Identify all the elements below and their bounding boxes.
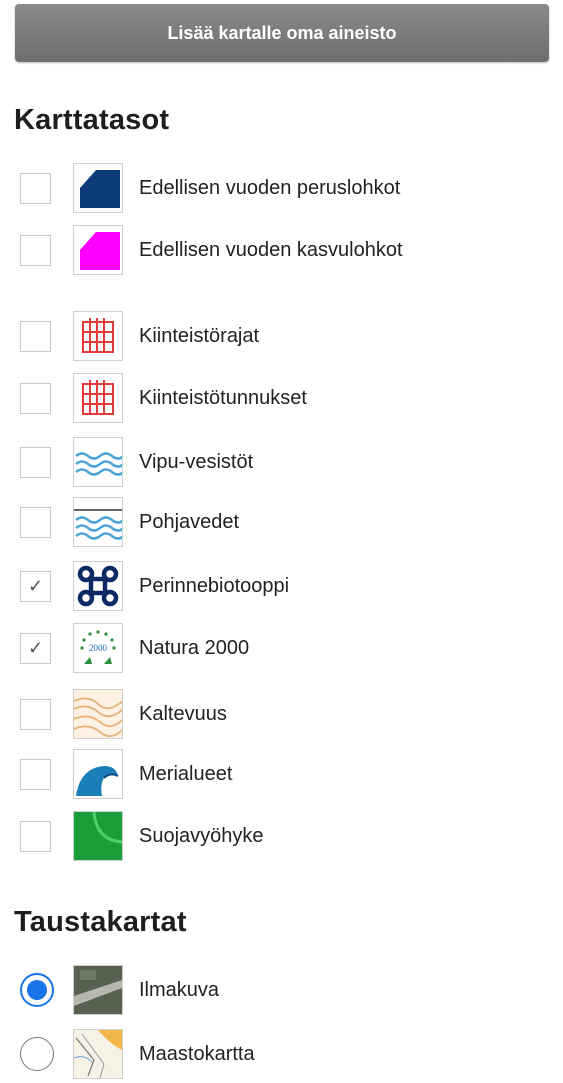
groundwater-icon xyxy=(73,497,123,547)
layer-label: Edellisen vuoden kasvulohkot xyxy=(139,238,403,261)
buffer-zone-icon xyxy=(73,811,123,861)
layer-checkbox[interactable] xyxy=(20,172,51,204)
layer-checkbox[interactable] xyxy=(20,234,51,266)
layer-checkbox[interactable] xyxy=(20,820,51,852)
contour-lines-icon xyxy=(73,689,123,739)
basemap-row-maastokartta[interactable]: Maastokartta xyxy=(20,1028,255,1080)
layer-row-kasvulohkot[interactable]: Edellisen vuoden kasvulohkot xyxy=(20,224,403,276)
background-maps-title: Taustakartat xyxy=(14,906,187,938)
basemap-row-ilmakuva[interactable]: Ilmakuva xyxy=(20,964,219,1016)
check-icon: ✓ xyxy=(27,575,44,596)
water-waves-icon xyxy=(73,437,123,487)
basemap-radio[interactable] xyxy=(20,1037,54,1071)
cmd-symbol-icon xyxy=(73,561,123,611)
property-boundary-icon xyxy=(73,311,123,361)
parcel-dark-blue-icon xyxy=(73,163,123,213)
svg-text:2000: 2000 xyxy=(89,643,108,653)
layer-checkbox[interactable]: ✓ xyxy=(20,570,51,602)
layer-checkbox[interactable] xyxy=(20,320,51,352)
layer-checkbox[interactable]: ✓ xyxy=(20,632,51,664)
radio-selected-dot xyxy=(27,980,47,1000)
layer-row-kiinteistorajat[interactable]: Kiinteistörajat xyxy=(20,310,259,362)
layer-checkbox[interactable] xyxy=(20,698,51,730)
layer-label: Pohjavedet xyxy=(139,510,240,533)
basemap-radio[interactable] xyxy=(20,973,54,1007)
layer-row-merialueet[interactable]: Merialueet xyxy=(20,748,232,800)
layer-row-kiinteistotunnukset[interactable]: Kiinteistötunnukset xyxy=(20,372,307,424)
layer-row-pohjavedet[interactable]: Pohjavedet xyxy=(20,496,239,548)
layer-label: Kiinteistötunnukset xyxy=(139,386,307,409)
layer-label: Edellisen vuoden peruslohkot xyxy=(139,176,401,199)
parcel-magenta-icon xyxy=(73,225,123,275)
layer-label: Perinnebiotooppi xyxy=(139,574,290,597)
check-icon: ✓ xyxy=(27,637,44,658)
add-own-data-button[interactable]: Lisää kartalle oma aineisto xyxy=(15,4,549,62)
layer-label: Kaltevuus xyxy=(139,702,227,725)
layer-label: Vipu-vesistöt xyxy=(139,450,254,473)
map-layers-title: Karttatasot xyxy=(14,104,170,136)
layer-checkbox[interactable] xyxy=(20,446,51,478)
layer-label: Kiinteistörajat xyxy=(139,324,260,347)
terrain-map-icon xyxy=(73,1029,123,1079)
layer-row-kaltevuus[interactable]: Kaltevuus xyxy=(20,688,227,740)
natura-2000-icon: 2000 xyxy=(73,623,123,673)
layer-checkbox[interactable] xyxy=(20,506,51,538)
basemap-label: Maastokartta xyxy=(139,1042,255,1065)
layer-row-perinnebiotooppi[interactable]: ✓ Perinnebiotooppi xyxy=(20,560,289,612)
aerial-photo-icon xyxy=(73,965,123,1015)
layer-label: Natura 2000 xyxy=(139,636,250,659)
layer-label: Suojavyöhyke xyxy=(139,824,264,847)
sea-wave-icon xyxy=(73,749,123,799)
basemap-label: Ilmakuva xyxy=(139,978,220,1001)
layer-checkbox[interactable] xyxy=(20,758,51,790)
layer-row-peruslohkot[interactable]: Edellisen vuoden peruslohkot xyxy=(20,162,400,214)
layer-label: Merialueet xyxy=(139,762,233,785)
property-id-icon xyxy=(73,373,123,423)
layer-row-natura-2000[interactable]: ✓ 2000 Natura 2000 xyxy=(20,622,249,674)
layer-row-suojavyohyke[interactable]: Suojavyöhyke xyxy=(20,810,264,862)
layer-row-vipu-vesistot[interactable]: Vipu-vesistöt xyxy=(20,436,253,488)
layer-checkbox[interactable] xyxy=(20,382,51,414)
